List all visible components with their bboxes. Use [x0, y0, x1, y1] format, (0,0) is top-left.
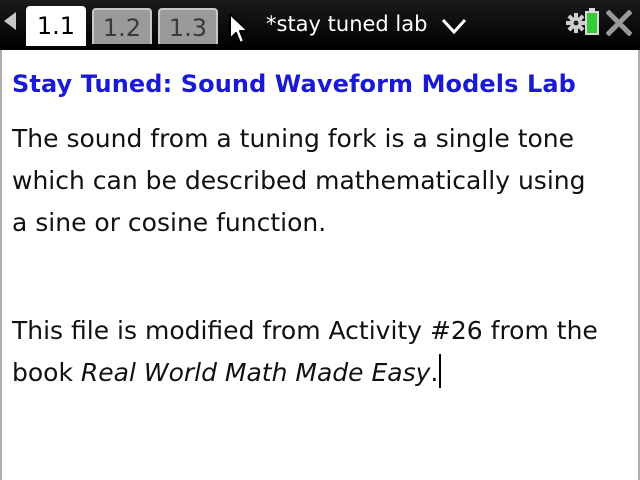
- source-paragraph: This file is modified from Activity #26 …: [12, 310, 627, 394]
- chevron-down-icon[interactable]: [440, 15, 468, 37]
- tab-page-1-1[interactable]: 1.1: [26, 6, 86, 46]
- paragraph-line: book Real World Math Made Easy.: [12, 352, 627, 394]
- paragraph-line: a sine or cosine function.: [12, 208, 327, 237]
- book-prefix: book: [12, 358, 81, 387]
- battery-icon: [585, 8, 599, 35]
- paragraph-line: which can be described mathematically us…: [12, 166, 586, 195]
- ti-nspire-screen: 1.1 1.2 1.3 *stay tuned lab Stay Tuned: …: [0, 0, 640, 480]
- paragraph-line: This file is modified from Activity #26 …: [12, 316, 598, 345]
- top-toolbar: 1.1 1.2 1.3 *stay tuned lab: [0, 0, 640, 50]
- document-title[interactable]: *stay tuned lab: [266, 8, 427, 40]
- intro-paragraph: The sound from a tuning fork is a single…: [12, 118, 627, 244]
- nav-left-arrow-icon[interactable]: [4, 12, 16, 30]
- paragraph-line: The sound from a tuning fork is a single…: [12, 124, 575, 153]
- gear-icon[interactable]: [566, 10, 586, 36]
- page-heading: Stay Tuned: Sound Waveform Models Lab: [12, 70, 576, 98]
- notes-page[interactable]: Stay Tuned: Sound Waveform Models Lab Th…: [0, 50, 640, 480]
- book-suffix: .: [430, 358, 439, 387]
- tab-page-1-3[interactable]: 1.3: [158, 8, 218, 44]
- text-cursor: [439, 354, 442, 388]
- book-title: Real World Math Made Easy: [80, 358, 431, 387]
- close-icon[interactable]: [606, 10, 632, 36]
- tab-page-1-2[interactable]: 1.2: [92, 8, 152, 44]
- mouse-pointer-icon: [229, 13, 249, 44]
